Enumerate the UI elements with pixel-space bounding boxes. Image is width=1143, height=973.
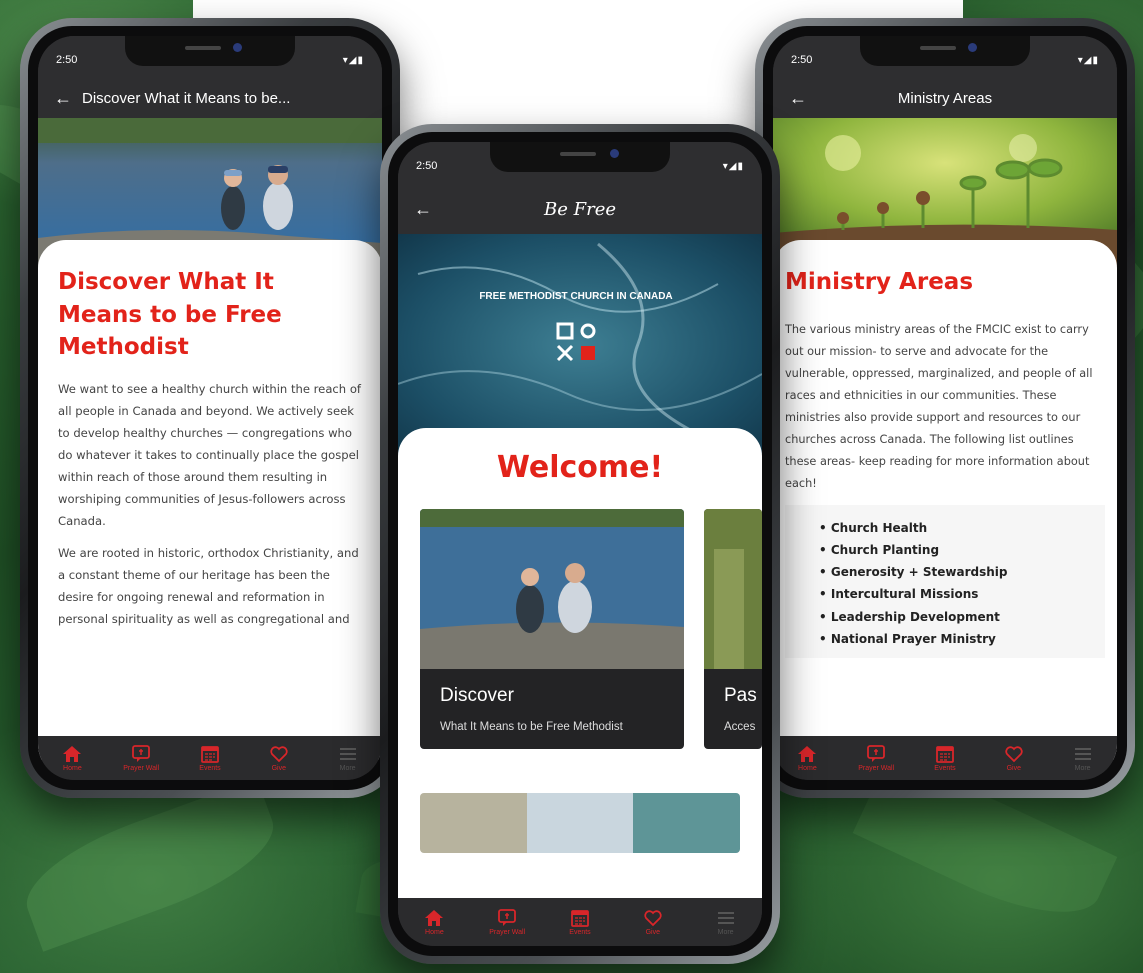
content-card: Welcome! Discover What It Means to be Fr… [398,428,762,908]
app-title: Be Free [544,198,616,220]
tab-label: More [339,764,356,772]
tab-label: Give [645,928,660,936]
slide-subtitle: What It Means to be Free Methodist [440,721,623,733]
left-phone-screen: 2:50 ▾◢▮ ← Discover What it Means to be.… [38,36,382,780]
carousel-slide[interactable]: Discover What It Means to be Free Method… [420,509,684,749]
content-card: Ministry Areas The various ministry area… [773,240,1117,760]
tab-prayer-wall[interactable]: Prayer Wall [842,744,911,772]
home-icon [798,745,817,762]
tab-give[interactable]: Give [244,745,313,772]
page-title: Discover What it Means to be... [82,89,291,107]
tab-more[interactable]: More [1048,745,1117,772]
slide-subtitle: Acces [724,721,756,733]
tab-home[interactable]: Home [773,745,842,772]
notch [860,36,1030,66]
bottom-tab-bar: Home Prayer Wall Events Give More [38,736,382,780]
tab-events[interactable]: Events [176,745,245,772]
intro-paragraph: The various ministry areas of the FMCIC … [785,322,1093,490]
right-phone: 2:50 ▾◢▮ ← Ministry Areas Ministry Areas… [755,18,1135,798]
tab-more[interactable]: More [689,909,762,936]
tab-give[interactable]: Give [979,745,1048,772]
bottom-tab-bar: Home Prayer Wall Events Give More [398,898,762,946]
list-item[interactable]: Generosity + Stewardship [819,561,1105,583]
status-time: 2:50 [56,54,78,66]
welcome-heading: Welcome! [496,450,664,485]
home-icon [63,745,82,762]
tab-label: Home [63,764,82,772]
logo-text: FREE METHODIST CHURCH IN CANADA [479,291,672,302]
heart-icon [644,909,662,926]
tab-label: Events [934,764,956,772]
prayer-wall-icon [498,908,517,926]
back-arrow-icon[interactable]: ← [414,199,442,220]
content-card: Discover What It Means to be Free Method… [38,240,382,760]
tab-label: Home [798,764,817,772]
tab-events[interactable]: Events [911,745,980,772]
menu-icon [717,911,734,924]
tab-events[interactable]: Events [544,909,617,936]
center-phone-screen: 2:50 ▾◢▮ ← Be Free FREE METHODIST CHURCH… [398,142,762,946]
status-icons: ▾◢▮ [1077,54,1099,66]
tab-home[interactable]: Home [38,745,107,772]
back-arrow-icon[interactable]: ← [54,88,82,109]
tab-label: Prayer Wall [489,928,526,936]
article-paragraph: We are rooted in historic, orthodox Chri… [58,546,359,627]
status-time: 2:50 [791,54,813,66]
list-item[interactable]: Intercultural Missions [819,583,1105,605]
article-paragraph: We want to see a healthy church within t… [58,381,362,529]
page-heading: Ministry Areas [785,269,974,295]
calendar-icon [201,745,219,763]
prayer-wall-icon [132,744,151,762]
calendar-icon [571,909,589,927]
home-icon [425,909,444,926]
tab-label: More [1074,764,1091,772]
tab-label: Home [425,928,444,936]
status-icons: ▾◢▮ [342,54,364,66]
menu-icon [1074,747,1091,760]
right-phone-screen: 2:50 ▾◢▮ ← Ministry Areas Ministry Areas… [773,36,1117,780]
page-title: Ministry Areas [897,89,993,107]
notch [490,142,670,172]
tab-home[interactable]: Home [398,909,471,936]
bottom-tab-bar: Home Prayer Wall Events Give More [773,736,1117,780]
app-bar: ← Ministry Areas [773,78,1117,118]
status-icons: ▾◢▮ [722,160,744,172]
tab-prayer-wall[interactable]: Prayer Wall [471,908,544,936]
app-bar: ← Discover What it Means to be... [38,78,382,118]
app-bar: ← Be Free [398,184,762,234]
tab-label: Events [199,764,221,772]
tab-label: Prayer Wall [858,764,895,772]
back-arrow-icon[interactable]: ← [789,88,817,109]
tab-label: Give [271,764,286,772]
ministry-list: Church Health Church Planting Generosity… [785,504,1105,658]
next-card-preview[interactable] [420,793,740,853]
status-time: 2:50 [416,160,438,172]
card-carousel[interactable]: Discover What It Means to be Free Method… [398,509,762,749]
tab-prayer-wall[interactable]: Prayer Wall [107,744,176,772]
carousel-slide[interactable]: Pas Acces [704,509,762,749]
list-item[interactable]: Church Planting [819,539,1105,561]
menu-icon [339,747,356,760]
center-phone: 2:50 ▾◢▮ ← Be Free FREE METHODIST CHURCH… [380,124,780,964]
tab-give[interactable]: Give [616,909,689,936]
slide-title: Pas [724,685,757,706]
leaf-shape [12,778,288,952]
tab-label: Give [1006,764,1021,772]
heart-icon [1005,745,1023,762]
article-heading: Discover What It Means to be Free Method… [58,269,282,361]
notch [125,36,295,66]
left-phone: 2:50 ▾◢▮ ← Discover What it Means to be.… [20,18,400,798]
prayer-wall-icon [867,744,886,762]
calendar-icon [936,745,954,763]
tab-more[interactable]: More [313,745,382,772]
list-item[interactable]: National Prayer Ministry [819,628,1105,650]
list-item[interactable]: Church Health [819,517,1105,539]
tab-label: Events [569,928,591,936]
tab-label: More [717,928,734,936]
heart-icon [270,745,288,762]
hero-image: FREE METHODIST CHURCH IN CANADA [398,234,762,456]
tab-label: Prayer Wall [123,764,160,772]
slide-title: Discover [440,685,514,706]
list-item[interactable]: Leadership Development [819,606,1105,628]
